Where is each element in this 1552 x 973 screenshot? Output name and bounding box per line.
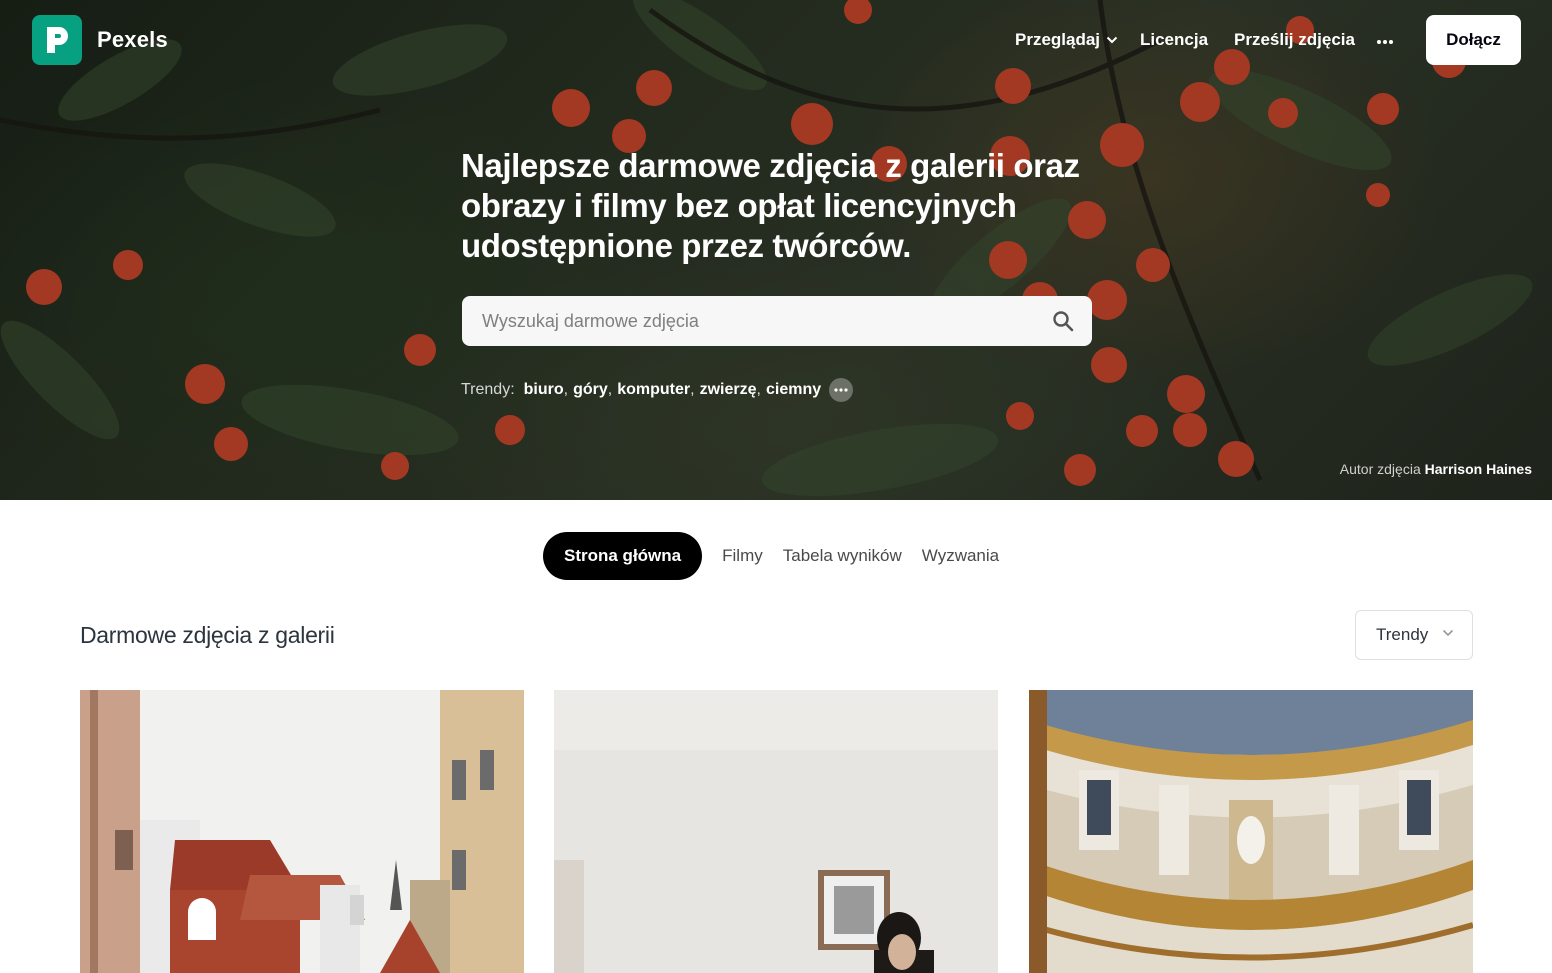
chevron-down-icon <box>1442 629 1454 637</box>
trend-link[interactable]: góry <box>573 381 608 399</box>
upload-link[interactable]: Prześlij zdjęcia <box>1234 28 1355 52</box>
search-input[interactable] <box>462 296 1022 346</box>
sort-dropdown-label: Trendy <box>1376 625 1429 644</box>
trends-label: Trendy: <box>461 381 515 398</box>
tab-challenges[interactable]: Wyzwania <box>912 532 1009 580</box>
pexels-logo-icon[interactable] <box>32 15 82 65</box>
license-link[interactable]: Licencja <box>1140 28 1208 52</box>
join-button[interactable]: Dołącz <box>1426 15 1521 65</box>
trend-link[interactable]: zwierzę <box>700 381 757 399</box>
content-tabs: Strona główna Filmy Tabela wyników Wyzwa… <box>543 532 1009 580</box>
gallery-title: Darmowe zdjęcia z galerii <box>80 622 335 648</box>
hero-headline: Najlepsze darmowe zdjęcia z galerii oraz… <box>461 147 1080 264</box>
chevron-down-icon <box>1106 36 1118 44</box>
photo-credit-author[interactable]: Harrison Haines <box>1425 461 1532 477</box>
tab-videos[interactable]: Filmy <box>712 532 773 580</box>
browse-menu[interactable]: Przeglądaj <box>1015 28 1118 52</box>
search-icon[interactable] <box>1052 310 1074 332</box>
gallery-photo[interactable] <box>80 690 524 973</box>
sort-dropdown[interactable]: Trendy <box>1355 610 1473 660</box>
brand-name[interactable]: Pexels <box>97 27 168 53</box>
gallery-photo[interactable] <box>554 690 998 973</box>
more-menu-button[interactable] <box>1376 30 1394 54</box>
tab-leaderboard[interactable]: Tabela wyników <box>773 532 912 580</box>
ellipsis-icon <box>1377 40 1393 44</box>
photo-credit: Autor zdjęcia Harrison Haines <box>1340 461 1532 477</box>
more-trends-button[interactable] <box>829 378 854 402</box>
tab-home[interactable]: Strona główna <box>543 532 703 580</box>
ellipsis-icon <box>834 388 848 392</box>
trend-link[interactable]: komputer <box>617 381 690 399</box>
trend-link[interactable]: biuro <box>524 381 564 399</box>
gallery-photo[interactable] <box>1029 690 1473 973</box>
browse-menu-label: Przeglądaj <box>1015 30 1101 49</box>
trend-link[interactable]: ciemny <box>766 381 821 399</box>
top-navigation-bar: Pexels Przeglądaj Licencja Prześlij zdję… <box>0 0 1552 80</box>
search-bar <box>462 296 1092 346</box>
trending-searches: Trendy: biuro, góry, komputer, zwierzę, … <box>461 378 854 402</box>
photo-credit-prefix: Autor zdjęcia <box>1339 461 1421 477</box>
